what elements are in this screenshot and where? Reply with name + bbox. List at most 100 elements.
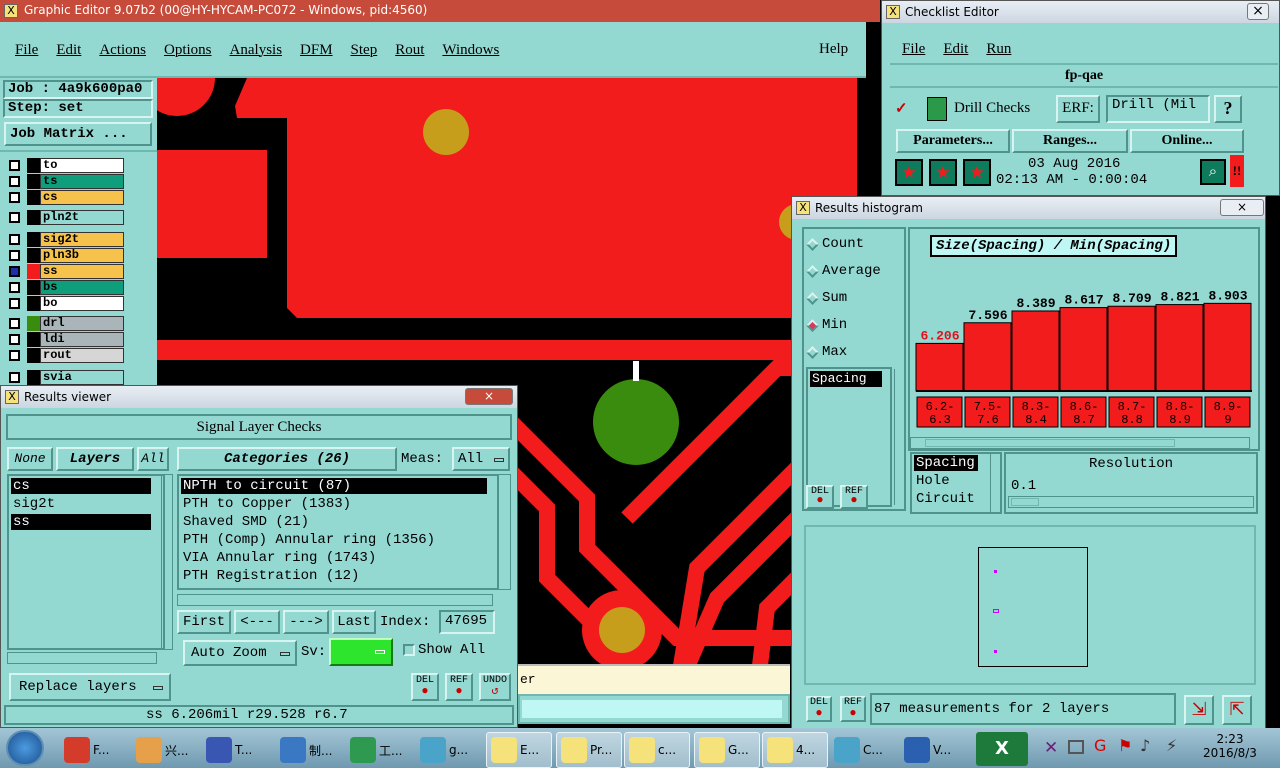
category-item[interactable]: PTH to Copper (1383) [181,496,487,512]
last-button[interactable]: Last [332,610,376,634]
next-button[interactable]: ---> [283,610,329,634]
erf-field[interactable]: Drill (Mil [1106,95,1210,123]
category-item[interactable]: NPTH to circuit (87) [181,478,487,494]
metric-list[interactable]: Spacing Hole Circuit [910,452,1002,514]
taskbar-item[interactable]: F... [60,732,126,768]
radio-min[interactable]: Min [806,316,847,334]
taskbar-item[interactable]: g... [416,732,482,768]
online-button[interactable]: Online... [1130,129,1244,153]
layer-checkbox[interactable] [9,160,20,171]
ranges-button[interactable]: Ranges... [1012,129,1128,153]
metric-item[interactable]: Spacing [914,455,978,471]
layer-checkbox[interactable] [9,176,20,187]
layer-row-ldi[interactable]: ldi [6,332,124,347]
radio-count[interactable]: Count [806,235,864,253]
command-field[interactable] [522,700,782,718]
taskbar-item[interactable]: 4... [762,732,828,768]
checklist-menu-item-edit[interactable]: Edit [943,41,968,57]
taskbar-item[interactable]: C... [830,732,896,768]
replace-layers-dropdown[interactable]: Replace layers [9,673,171,701]
auto-zoom-dropdown[interactable]: Auto Zoom [183,640,297,666]
help-menu[interactable]: Help [819,41,848,58]
layer-checkbox[interactable] [9,350,20,361]
layer-row-pln2t[interactable]: pln2t [6,210,124,225]
taskbar-item[interactable]: 兴... [132,732,198,768]
category-item[interactable]: PTH Registration (12) [181,568,487,584]
tray-tool-icon[interactable]: ✕ [1044,738,1058,758]
metric-scrollbar[interactable] [990,453,1002,513]
layer-checkbox[interactable] [9,212,20,223]
histogram-bar[interactable] [963,322,1012,392]
layer-checkbox[interactable] [9,282,20,293]
category-item[interactable]: Shaved SMD (21) [181,514,487,530]
menu-item-rout[interactable]: Rout [395,42,424,58]
run-step-icon[interactable]: ★ [929,159,957,186]
radio-max[interactable]: Max [806,343,847,361]
categories-button[interactable]: Categories (26) [177,447,397,471]
layer-checkbox[interactable] [9,334,20,345]
tray-volume-icon[interactable]: ♪ [1140,736,1150,755]
checkmark-icon[interactable]: ✓ [895,99,908,118]
spacing-list-item[interactable]: Spacing [810,371,882,387]
layer-checkbox[interactable] [9,298,20,309]
export-icon[interactable]: ⇲ [1184,695,1214,725]
taskbar-item[interactable]: 工... [346,732,412,768]
category-hscroll[interactable] [177,594,493,606]
undo-button[interactable]: UNDO ↺ [479,673,511,701]
menu-item-step[interactable]: Step [351,42,378,58]
ref-button[interactable]: REF ● [445,673,473,701]
none-button[interactable]: None [7,447,53,471]
layer-checkbox[interactable] [9,266,20,277]
layer-checkbox[interactable] [9,250,20,261]
meas-dropdown[interactable]: All [452,447,510,471]
taskbar-item[interactable]: T... [202,732,268,768]
taskbar-item[interactable]: Pr... [556,732,622,768]
layer-checkbox[interactable] [9,234,20,245]
taskbar-item[interactable]: V... [900,732,966,768]
layer-row-cs[interactable]: cs [6,190,124,205]
taskbar-item[interactable]: 制... [276,732,342,768]
resolution-slider[interactable] [1008,496,1254,508]
results-viewer-titlebar[interactable]: X Results viewer × [1,386,517,408]
taskbar-item[interactable]: G... [694,732,760,768]
tray-app-icon[interactable]: G [1094,736,1106,755]
histogram-bar[interactable] [1107,305,1156,392]
clock[interactable]: 2:23 2016/8/3 [1200,732,1260,760]
layer-checkbox[interactable] [9,372,20,383]
histogram-bar[interactable] [915,342,964,392]
close-icon[interactable]: × [1220,199,1264,216]
preview-board[interactable] [978,547,1088,667]
chart-scrollbar[interactable] [910,437,1250,449]
alert-icon[interactable]: !! [1230,155,1244,187]
tray-network-icon[interactable] [1068,740,1084,754]
start-button[interactable] [6,730,44,766]
layer-row-sig2t[interactable]: sig2t [6,232,124,247]
zoom-icon[interactable]: ⌕ [1200,159,1226,185]
checklist-editor-titlebar[interactable]: X Checklist Editor × [882,1,1279,23]
sv-color-dropdown[interactable] [329,638,393,666]
category-item[interactable]: VIA Annular ring (1743) [181,550,487,566]
menu-item-dfm[interactable]: DFM [300,42,333,58]
excel-taskbar-icon[interactable]: X [976,732,1028,766]
del-button[interactable]: DEL ● [806,485,834,509]
result-layer-item[interactable]: ss [11,514,151,530]
parameters-button[interactable]: Parameters... [896,129,1010,153]
layer-list-scrollbar[interactable] [161,474,173,650]
run-icon[interactable]: ★ [895,159,923,186]
radio-sum[interactable]: Sum [806,289,847,307]
layer-checkbox[interactable] [9,192,20,203]
menu-item-file[interactable]: File [15,42,38,58]
histogram-bar[interactable] [1155,304,1204,392]
help-button[interactable]: ? [1214,95,1242,123]
stop-icon[interactable]: ★ [963,159,991,186]
close-icon[interactable]: × [1247,3,1269,20]
metric-item[interactable]: Circuit [914,491,978,507]
histogram-bar[interactable] [1059,307,1108,392]
histogram-bar[interactable] [1203,302,1252,392]
layer-row-rout[interactable]: rout [6,348,124,363]
menu-item-actions[interactable]: Actions [99,42,146,58]
menu-item-analysis[interactable]: Analysis [230,42,283,58]
del-button-footer[interactable]: DEL ● [806,696,832,722]
checklist-menu-item-run[interactable]: Run [986,41,1011,57]
spacing-list-scrollbar[interactable] [894,369,906,505]
